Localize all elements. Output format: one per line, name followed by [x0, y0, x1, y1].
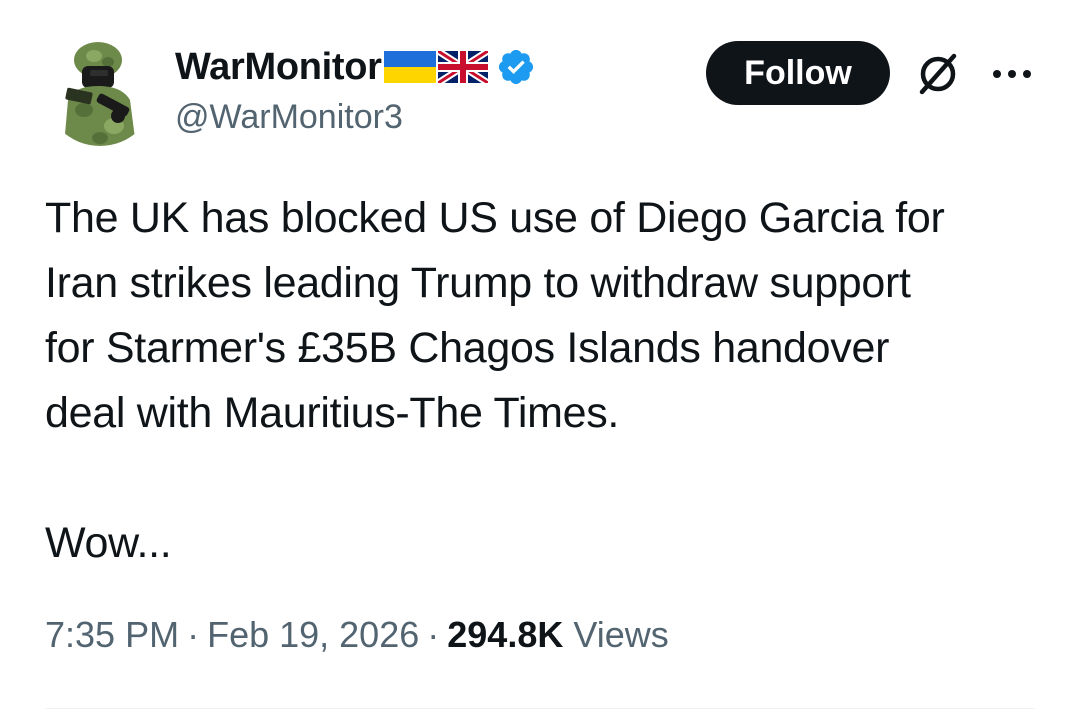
tweet-line: The UK has blocked US use of Diego Garci…	[45, 194, 945, 242]
verified-badge-icon[interactable]	[496, 47, 536, 87]
tweet-closing-line: Wow...	[45, 519, 172, 567]
views-label: Views	[573, 614, 669, 655]
views-count[interactable]: 294.8K	[447, 614, 563, 656]
soldier-avatar-icon	[44, 34, 156, 146]
tweet-time[interactable]: 7:35 PM	[45, 614, 179, 656]
tweet-line: deal with Mauritius-The Times.	[45, 389, 620, 437]
more-icon[interactable]	[990, 62, 1034, 86]
divider	[45, 708, 1035, 709]
tweet-meta: 7:35 PM · Feb 19, 2026 · 294.8K Views	[45, 614, 669, 656]
avatar[interactable]	[44, 34, 156, 146]
tweet-line: for Starmer's £35B Chagos Islands handov…	[45, 324, 890, 372]
uk-flag-icon	[437, 51, 488, 83]
tweet-text: The UK has blocked US use of Diego Garci…	[45, 186, 1045, 576]
tweet-line: Iran strikes leading Trump to withdraw s…	[45, 259, 911, 307]
meta-separator: ·	[427, 614, 440, 655]
display-name[interactable]: WarMonitor	[175, 46, 382, 89]
meta-separator: ·	[187, 614, 200, 655]
display-name-row[interactable]: WarMonitor	[175, 44, 536, 90]
tweet-date[interactable]: Feb 19, 2026	[207, 614, 419, 656]
follow-button[interactable]: Follow	[706, 41, 890, 105]
author-handle[interactable]: @WarMonitor3	[175, 98, 403, 137]
grok-icon[interactable]	[914, 50, 962, 98]
ukraine-flag-icon	[383, 51, 436, 83]
